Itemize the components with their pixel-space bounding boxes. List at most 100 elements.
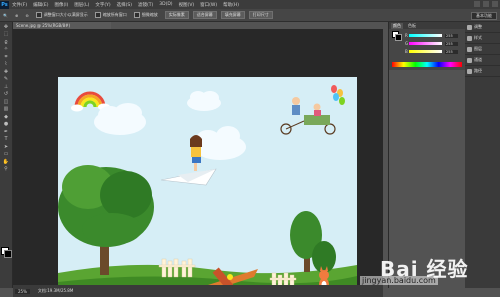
strip-label: 通道 [474,57,482,62]
fill-screen-button[interactable]: 填充屏幕 [220,11,245,19]
menu-image[interactable]: 图像(I) [54,2,68,8]
option-scrubby-zoom[interactable]: 细微缩放 [133,12,158,18]
red-value[interactable]: 255 [445,33,458,38]
red-track[interactable] [409,34,442,37]
baidu-watermark-url: jingyan.baidu.com [360,276,438,285]
actual-pixels-button[interactable]: 实际像素 [164,11,189,19]
dodge-icon[interactable]: ● [2,121,10,127]
strip-label: 样式 [474,35,482,40]
menu-type[interactable]: 文字(Y) [95,2,110,8]
panel-channels[interactable]: 通道 [465,55,500,66]
hand-icon[interactable]: ✋ [2,159,10,165]
option-label: 调整窗口大小以满屏显示 [43,12,88,17]
maximize-icon[interactable] [483,1,489,7]
crop-icon[interactable]: ⌗ [2,54,10,60]
option-label: 缩放所有窗口 [102,12,127,17]
menu-view[interactable]: 视图(V) [179,2,195,8]
menu-select[interactable]: 选择(S) [117,2,132,8]
eraser-icon[interactable]: ◫ [2,99,10,105]
panel-color-swatch[interactable] [392,31,402,41]
slider-red[interactable]: R 255 [405,33,462,38]
path-select-icon[interactable]: ➤ [2,144,10,150]
scrubby-checkbox[interactable] [133,12,140,18]
tree-small [290,211,336,273]
option-label: 细微缩放 [141,12,158,17]
zoom-level[interactable]: 25% [15,288,30,294]
zoom-all-checkbox[interactable] [94,12,101,18]
magic-wand-icon[interactable]: ✧ [2,46,10,52]
tree-large [58,165,154,275]
document-canvas[interactable] [58,77,357,293]
document-tab[interactable]: Scene.jpg @ 25%(RGB/8#) [13,22,111,29]
green-track[interactable] [409,42,442,45]
slider-blue[interactable]: B 255 [405,49,462,54]
menu-filter[interactable]: 滤镜(T) [138,2,153,8]
canvas-area [13,29,383,293]
eyedropper-icon[interactable]: ⌇ [2,61,10,67]
panel-background-color[interactable] [395,34,402,41]
resize-checkbox[interactable] [35,12,42,18]
blur-icon[interactable]: ◆ [2,114,10,120]
color-panel: 颜色 色板 R 255 G 255 B 255 [388,22,465,288]
menu-bar: Ps 文件(F) 编辑(E) 图像(I) 图层(L) 文字(Y) 选择(S) 滤… [0,0,500,9]
cloud-icon [187,91,221,111]
strip-label: 调整 [474,24,482,29]
menu-help[interactable]: 帮助(H) [223,2,239,8]
adjustments-icon [467,24,472,30]
zoom-tool-icon[interactable]: 🔍 [3,13,8,18]
scene-illustration [58,85,357,293]
gradient-icon[interactable]: ▥ [2,106,10,112]
option-zoom-all[interactable]: 缩放所有窗口 [94,12,127,18]
strip-label: 路径 [474,68,482,73]
stamp-icon[interactable]: ⊥ [2,84,10,90]
zoom-icon[interactable]: ⚲ [2,166,10,172]
brush-icon[interactable]: ✎ [2,76,10,82]
background-color[interactable] [4,250,12,258]
panel-tabs: 颜色 色板 [389,22,465,29]
minimize-icon[interactable] [474,1,480,7]
workspace-select[interactable]: 基本功能 [471,12,497,20]
marquee-icon[interactable]: ⬚ [2,31,10,37]
menu-3d[interactable]: 3D(D) [159,2,172,7]
type-icon[interactable]: T [2,136,10,142]
panel-icon-strip: 调整 样式 图层 通道 路径 [465,22,500,288]
healing-icon[interactable]: ✚ [2,69,10,75]
menu-layer[interactable]: 图层(L) [74,2,89,8]
channels-icon [467,57,472,63]
panel-layers[interactable]: 图层 [465,44,500,55]
tab-color[interactable]: 颜色 [391,22,403,29]
blue-value[interactable]: 255 [445,49,458,54]
strip-label: 图层 [474,46,482,51]
tab-swatches[interactable]: 色板 [408,23,416,29]
menu-window[interactable]: 窗口(W) [200,2,217,8]
toolbox: ✥ ⬚ ϱ ✧ ⌗ ⌇ ✚ ✎ ⊥ ↺ ◫ ▥ ◆ ● ✒ T ➤ ▭ ✋ ⚲ [0,22,13,288]
history-brush-icon[interactable]: ↺ [2,91,10,97]
print-size-button[interactable]: 打印尺寸 [248,11,273,19]
photoshop-logo: Ps [0,0,9,9]
shape-icon[interactable]: ▭ [2,151,10,157]
blue-track[interactable] [409,50,442,53]
zoom-out-icon[interactable]: ⊖ [25,13,28,18]
document-size: 文档:19.3M/25.8M [37,288,74,293]
green-value[interactable]: 255 [445,41,458,46]
panel-adjustments[interactable]: 调整 [465,22,500,33]
option-resize-windows[interactable]: 调整窗口大小以满屏显示 [35,12,88,18]
styles-icon [467,35,472,41]
menu-file[interactable]: 文件(F) [12,2,27,8]
close-icon[interactable] [492,1,498,7]
color-spectrum[interactable] [392,62,462,67]
zoom-in-icon[interactable]: ⊕ [15,13,18,18]
status-bar: 25% 文档:19.3M/25.8M [13,285,383,297]
panel-paths[interactable]: 路径 [465,66,500,77]
move-icon[interactable]: ✥ [2,24,10,30]
lasso-icon[interactable]: ϱ [2,39,10,45]
options-bar: 🔍 ⊕ ⊖ 调整窗口大小以满屏显示 缩放所有窗口 细微缩放 实际像素 适合屏幕 … [0,9,500,22]
menu-edit[interactable]: 编辑(E) [33,2,48,8]
pen-icon[interactable]: ✒ [2,129,10,135]
paths-icon [467,68,472,74]
layers-icon [467,46,472,52]
fit-screen-button[interactable]: 适合屏幕 [192,11,217,19]
panel-styles[interactable]: 样式 [465,33,500,44]
foreground-background-swatch[interactable] [1,247,12,258]
slider-green[interactable]: G 255 [405,41,462,46]
